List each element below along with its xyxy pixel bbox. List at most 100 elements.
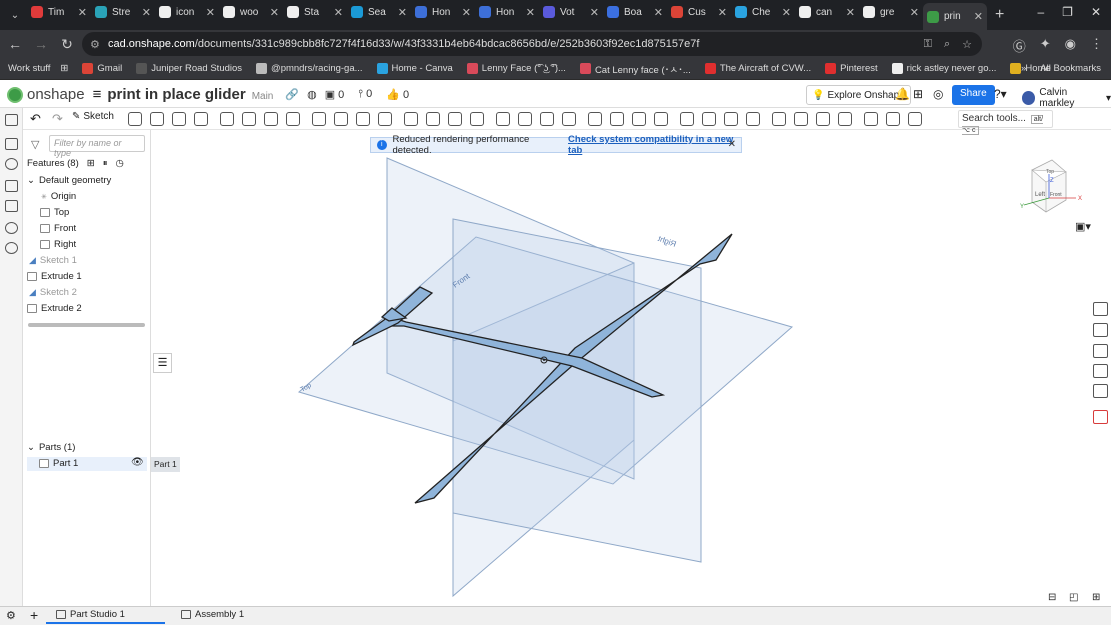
branch-label[interactable]: Main: [252, 91, 274, 102]
browser-tab[interactable]: Tim ✕: [27, 0, 91, 24]
tab-close-icon[interactable]: ✕: [78, 6, 87, 19]
sweep-icon[interactable]: [172, 112, 186, 126]
browser-tab[interactable]: Che ✕: [731, 0, 795, 24]
plane-icon[interactable]: [816, 112, 830, 126]
back-icon[interactable]: ←: [2, 36, 28, 52]
default-geometry-row[interactable]: ⌄ Default geometry: [27, 175, 111, 186]
display-mode-icon[interactable]: ⊟: [1048, 592, 1056, 603]
close-icon[interactable]: ✕: [728, 139, 736, 150]
revolve-icon[interactable]: [150, 112, 164, 126]
tab-close-icon[interactable]: ✕: [334, 6, 343, 19]
browser-tab[interactable]: Sea ✕: [347, 0, 411, 24]
browser-tab[interactable]: woo ✕: [219, 0, 283, 24]
bookmark-item[interactable]: Gmail: [82, 63, 122, 74]
history-icon[interactable]: [5, 222, 18, 234]
grammarly-icon[interactable]: Ⓖ: [1013, 36, 1026, 55]
browser-tab[interactable]: Cus ✕: [667, 0, 731, 24]
document-title[interactable]: print in place glider: [107, 86, 245, 103]
split-icon[interactable]: [426, 112, 440, 126]
all-bookmarks[interactable]: All Bookmarks: [1040, 63, 1101, 74]
browser-tab[interactable]: can ✕: [795, 0, 859, 24]
help-icon[interactable]: ?▾: [994, 87, 1007, 101]
browser-tab[interactable]: Vot ✕: [539, 0, 603, 24]
browser-tab[interactable]: gre ✕: [859, 0, 923, 24]
hole-icon[interactable]: [356, 112, 370, 126]
bookmark-item[interactable]: Home - Canva: [376, 63, 453, 74]
chevron-down-icon[interactable]: ⌄: [27, 175, 35, 186]
end-cap-icon[interactable]: [746, 112, 760, 126]
minimize-icon[interactable]: –: [1037, 5, 1044, 19]
bookmark-item[interactable]: Cat Lenny face (･ㅅ･...: [579, 62, 691, 76]
feature-extrude-1[interactable]: Extrude 1: [27, 271, 82, 282]
view-mode-icon[interactable]: ▣▾: [1075, 220, 1091, 233]
browser-tab[interactable]: prin ✕: [923, 3, 987, 30]
loft-icon[interactable]: [194, 112, 208, 126]
bookmark-item[interactable]: Lenny Face (͡° ͜ʖ ͡°)...: [466, 63, 566, 74]
offset-surface-icon[interactable]: [518, 112, 532, 126]
view-settings-icon[interactable]: ⊞: [1092, 592, 1100, 603]
frame-icon[interactable]: [702, 112, 716, 126]
forward-icon[interactable]: →: [28, 36, 54, 52]
features-scrollbar[interactable]: [28, 323, 145, 327]
mass-properties-icon[interactable]: [1093, 323, 1108, 337]
bookmark-item[interactable]: rick astley never go...: [891, 63, 996, 74]
pause-icon[interactable]: ⏸: [103, 158, 108, 169]
shell-icon[interactable]: [334, 112, 348, 126]
thread-icon[interactable]: [378, 112, 392, 126]
link-icon[interactable]: 🔗: [285, 88, 299, 101]
tab-icon[interactable]: [654, 112, 668, 126]
app-store-icon[interactable]: ⊞: [913, 87, 923, 101]
tab-assembly-1[interactable]: Assembly 1: [181, 609, 244, 620]
more-bookmarks-icon[interactable]: »: [1021, 63, 1026, 74]
move-face-icon[interactable]: [588, 112, 602, 126]
browser-tab[interactable]: Sta ✕: [283, 0, 347, 24]
properties-icon[interactable]: [5, 180, 18, 192]
feature-top-plane[interactable]: Top: [40, 207, 69, 218]
section-icon[interactable]: [908, 112, 922, 126]
like-icon[interactable]: 👍 0: [386, 88, 409, 101]
site-info-icon[interactable]: ⚙: [90, 38, 100, 51]
browser-tab[interactable]: Hon ✕: [411, 0, 475, 24]
transform-icon[interactable]: [448, 112, 462, 126]
tab-part-studio-1[interactable]: Part Studio 1: [46, 609, 165, 624]
tab-close-icon[interactable]: ✕: [142, 6, 151, 19]
notifications-icon[interactable]: 🔔: [895, 87, 910, 101]
new-folder-icon[interactable]: ⊞: [87, 158, 95, 169]
feature-sketch-2[interactable]: ◢ Sketch 2: [29, 287, 77, 298]
flange-icon[interactable]: [680, 112, 694, 126]
variables-icon[interactable]: [5, 138, 18, 150]
password-key-icon[interactable]: ⚿: [924, 38, 932, 51]
visibility-eye-icon[interactable]: 👁: [131, 457, 144, 468]
variable-icon[interactable]: [772, 112, 786, 126]
browser-tab[interactable]: icon ✕: [155, 0, 219, 24]
tab-close-icon[interactable]: ✕: [782, 6, 791, 19]
compatibility-link[interactable]: Check system compatibility in a new tab: [568, 134, 741, 156]
learning-center-icon[interactable]: ◎: [933, 87, 943, 101]
feature-origin[interactable]: ✳ Origin: [41, 191, 76, 202]
configurations-icon[interactable]: [5, 200, 18, 212]
tab-search-icon[interactable]: ⌄: [3, 3, 27, 27]
filter-icon[interactable]: ▽: [31, 138, 39, 151]
replace-face-icon[interactable]: [610, 112, 624, 126]
tab-close-icon[interactable]: ✕: [910, 6, 919, 19]
rib-icon[interactable]: [312, 112, 326, 126]
bookmark-item[interactable]: Juniper Road Studios: [136, 63, 242, 74]
comments-icon[interactable]: [5, 158, 18, 170]
tab-close-icon[interactable]: ✕: [270, 6, 279, 19]
pattern-icon[interactable]: [470, 112, 484, 126]
menu-kebab-icon[interactable]: ⋮: [1090, 36, 1103, 55]
parts-header[interactable]: ⌄ Parts (1): [27, 442, 75, 453]
mirror-icon[interactable]: [496, 112, 510, 126]
explode-icon[interactable]: [1093, 384, 1108, 398]
thicken-icon[interactable]: [220, 112, 234, 126]
search-icon[interactable]: [5, 242, 18, 254]
extrude-icon[interactable]: [128, 112, 142, 126]
draft-icon[interactable]: [286, 112, 300, 126]
versions-icon[interactable]: ▣ 0: [325, 88, 345, 101]
tab-close-icon[interactable]: ✕: [974, 10, 983, 23]
new-tab-icon[interactable]: +: [995, 6, 1004, 24]
tab-close-icon[interactable]: ✕: [206, 6, 215, 19]
bookmark-item[interactable]: @pmndrs/racing-ga...: [256, 63, 363, 74]
add-tab-icon[interactable]: +: [30, 607, 38, 623]
tab-close-icon[interactable]: ✕: [526, 6, 535, 19]
